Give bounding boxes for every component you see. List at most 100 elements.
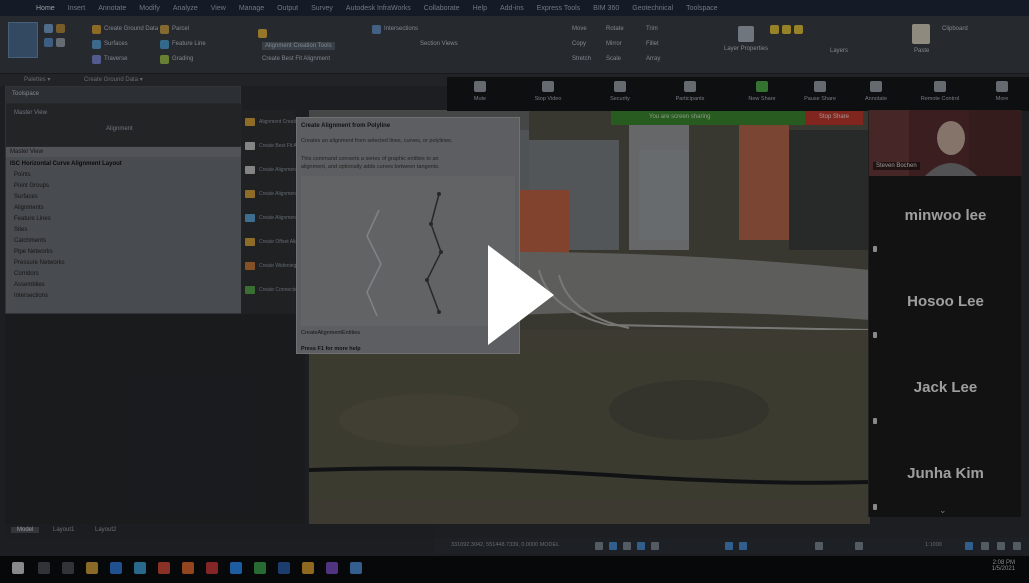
osnap-icon[interactable] [651,542,659,550]
traverse-icon[interactable] [92,55,101,64]
tree-item-surfaces[interactable]: Surfaces [14,194,38,200]
scale-readout[interactable]: 1:1000 [925,542,942,548]
feature-line-icon[interactable] [160,40,169,49]
ribbon-feature-line[interactable]: Feature Line [172,41,206,47]
ribbon-layer-properties[interactable]: Layer Properties [724,46,768,52]
ribbon-tab-annotate[interactable]: Annotate [98,5,126,12]
customize-icon[interactable] [1013,542,1021,550]
participant-tile[interactable]: minwoo lee [869,172,1022,258]
gear-icon[interactable] [815,542,823,550]
tree-item-catchments[interactable]: Catchments [14,238,46,244]
ribbon-intersections[interactable]: Intersections [384,26,418,32]
security-button[interactable]: Security [595,81,645,109]
panel-palettes[interactable]: Palettes ▾ [24,76,50,83]
surfaces-icon[interactable] [92,40,101,49]
participant-tile[interactable]: Hosoo Lee [869,258,1022,344]
palette-item[interactable]: Create Offset Alignment [245,238,312,248]
office-icon[interactable] [158,562,170,574]
tree-item-corridors[interactable]: Corridors [14,271,39,277]
ribbon-tab-manage[interactable]: Manage [239,5,264,12]
ribbon-tab-survey[interactable]: Survey [311,5,333,12]
grading-icon[interactable] [160,55,169,64]
workspace-icon[interactable] [739,542,747,550]
zoom-icon[interactable] [230,562,242,574]
tree-item-pressure-networks[interactable]: Pressure Networks [14,260,65,266]
ribbon-scale[interactable]: Scale [606,56,621,62]
mute-button[interactable]: Mute [455,81,505,109]
participant-tile[interactable]: Junha Kim [869,430,1022,516]
tab-layout2[interactable]: Layout2 [89,527,122,533]
mail-icon[interactable] [134,562,146,574]
annotation-icon[interactable] [725,542,733,550]
stop-video-button[interactable]: Stop Video [523,81,573,109]
palette-item[interactable]: Create Alignment from Network [245,214,328,224]
ribbon-traverse[interactable]: Traverse [104,56,127,62]
lightbulb-icon[interactable] [770,25,779,34]
ribbon-tab-output[interactable]: Output [277,5,298,12]
ribbon-tab-modify[interactable]: Modify [139,5,160,12]
tab-layout1[interactable]: Layout1 [47,527,80,533]
master-view-label[interactable]: Master View [14,110,47,116]
ribbon-best-fit[interactable]: Create Best Fit Alignment [262,56,330,62]
paste-icon[interactable] [912,24,930,44]
new-share-button[interactable]: New Share [737,81,787,109]
polar-icon[interactable] [637,542,645,550]
ribbon-tab-express-tools[interactable]: Express Tools [537,5,580,12]
stop-share-button[interactable]: Stop Share [805,111,863,125]
ribbon-surfaces[interactable]: Surfaces [104,41,128,47]
tab-model[interactable]: Model [11,527,40,533]
search-icon[interactable] [38,562,50,574]
panel-create-ground-data[interactable]: Create Ground Data ▾ [84,76,143,83]
annotate-button[interactable]: Annotate [851,81,901,109]
parcel-icon[interactable] [160,25,169,34]
layer-icon[interactable] [44,24,53,33]
ribbon-array[interactable]: Array [646,56,660,62]
task-view-icon[interactable] [62,562,74,574]
tree-item-alignments[interactable]: Alignments [14,205,44,211]
participant-tile[interactable]: Jack Lee [869,344,1022,430]
teams-icon[interactable] [326,562,338,574]
plus-icon[interactable] [855,542,863,550]
palette-item[interactable]: Create Best Fit Alignment [245,142,316,152]
file-explorer-icon[interactable] [86,562,98,574]
lock-icon[interactable] [794,25,803,34]
ribbon-rotate[interactable]: Rotate [606,26,624,32]
participants-button[interactable]: Participants [665,81,715,109]
tree-item-assemblies[interactable]: Assemblies [14,282,45,288]
layer-properties-icon[interactable] [738,26,754,42]
ribbon-move[interactable]: Move [572,26,587,32]
toolspace-button[interactable] [8,22,38,58]
drawing-area[interactable] [5,314,305,524]
fullscreen-icon[interactable] [997,542,1005,550]
palette-item[interactable]: Create Alignment from Corridor [245,166,328,176]
windows-start-icon[interactable] [12,562,24,574]
video-player[interactable]: Home Insert Annotate Modify Analyze View… [0,0,1029,583]
tree-item-intersections[interactable]: Intersections [14,293,48,299]
grid-icon[interactable] [595,542,603,550]
palette-item[interactable]: Alignment Creation Tools [245,118,315,128]
tree-item-sites[interactable]: Sites [14,227,27,233]
points-icon[interactable] [92,25,101,34]
tree-item-drawing[interactable]: ISC Horizontal Curve Alignment Layout [10,161,122,167]
palette-icon[interactable] [44,38,53,47]
ribbon-tab-help[interactable]: Help [473,5,487,12]
design-center-icon[interactable] [56,38,65,47]
scroll-down-icon[interactable]: ⌄ [939,505,947,516]
ribbon-trim[interactable]: Trim [646,26,658,32]
ribbon-tab-view[interactable]: View [211,5,226,12]
ribbon-tab-home[interactable]: Home [36,5,55,12]
play-button[interactable] [484,241,558,349]
isolate-icon[interactable] [965,542,973,550]
more-button[interactable]: More [977,81,1027,109]
ribbon-points[interactable]: Create Ground Data [104,26,158,32]
ribbon-layers[interactable]: Layers [830,48,848,54]
snap-icon[interactable] [609,542,617,550]
ribbon-copy[interactable]: Copy [572,41,586,47]
ribbon-section-views[interactable]: Section Views [420,41,458,47]
autocad-icon[interactable] [206,562,218,574]
sun-icon[interactable] [782,25,791,34]
ribbon-tab-addins[interactable]: Add-ins [500,5,524,12]
word-icon[interactable] [278,562,290,574]
palette-item[interactable]: Create Alignment from Objects [245,190,327,200]
alignment-icon[interactable] [258,29,267,38]
